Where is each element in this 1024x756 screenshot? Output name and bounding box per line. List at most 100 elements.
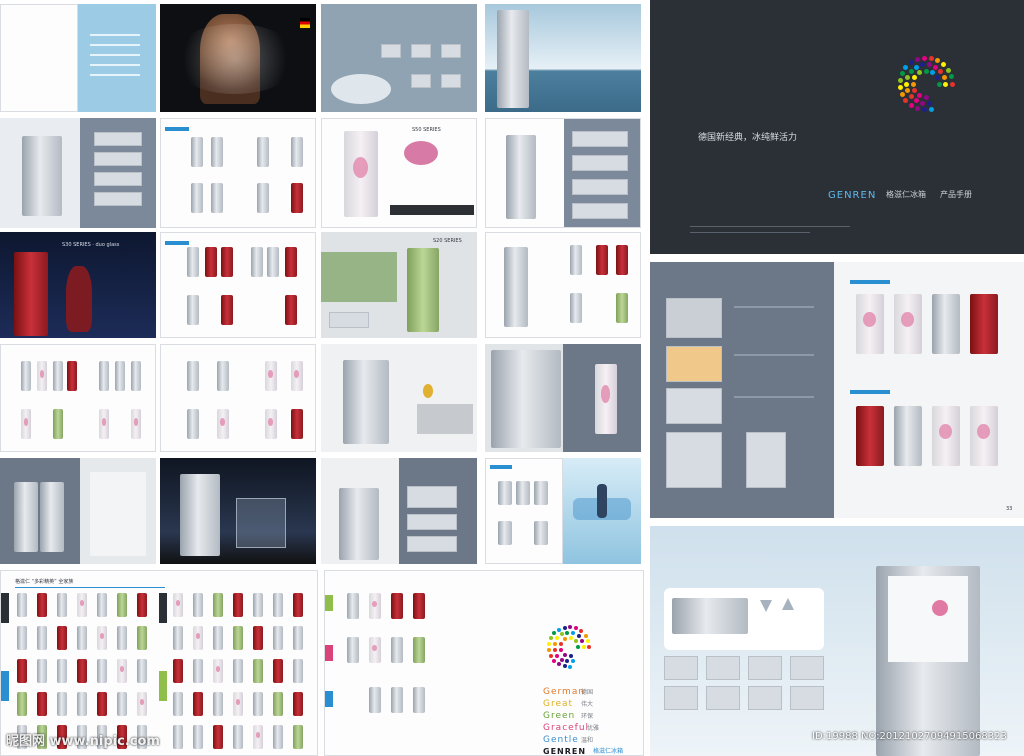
catalog-fridge-thumb bbox=[97, 593, 107, 617]
cover-slogan: 德国新经典，冰纯鲜活力 bbox=[698, 133, 798, 143]
logo-dot bbox=[945, 67, 951, 73]
logo-dot bbox=[574, 626, 579, 631]
page-silver-grid bbox=[485, 458, 563, 564]
logo-dot bbox=[921, 107, 927, 113]
page-side-by-side-features bbox=[321, 458, 477, 564]
catalog-fridge-thumb bbox=[57, 692, 67, 716]
logo-dot bbox=[948, 74, 954, 80]
logo-dot bbox=[913, 64, 919, 70]
value-german-cn: 德国 bbox=[581, 689, 594, 696]
logo-dot bbox=[552, 658, 557, 663]
logo-dot bbox=[923, 68, 929, 74]
logo-dot bbox=[930, 70, 935, 76]
logo-dot bbox=[908, 60, 914, 66]
logo-dot bbox=[917, 70, 922, 76]
page-open-fridge bbox=[0, 118, 156, 228]
page-s20-green: S20 SERIES bbox=[321, 232, 477, 338]
cover-brand: GENREN bbox=[828, 190, 877, 201]
logo-dot bbox=[926, 62, 932, 68]
catalog-fridge-thumb bbox=[253, 626, 263, 650]
catalog-fridge-thumb bbox=[77, 593, 87, 617]
page-3d-figure bbox=[563, 458, 641, 564]
drawer-spread bbox=[650, 526, 1024, 756]
series-s50: S50 SERIES bbox=[412, 127, 441, 133]
catalog-fridge-thumb bbox=[77, 626, 87, 650]
logo-dot bbox=[557, 662, 561, 667]
logo-dot bbox=[558, 641, 563, 646]
catalog-fridge-thumb bbox=[37, 626, 47, 650]
catalog-fridge-thumb bbox=[193, 692, 203, 716]
catalog-fridge-thumb bbox=[173, 593, 183, 617]
cover-page: 德国新经典，冰纯鲜活力 GENREN 格滋仁冰箱 产品手册 bbox=[650, 0, 1024, 254]
catalog-fridge-thumb bbox=[293, 725, 303, 749]
logo-dot bbox=[949, 81, 955, 87]
logo-dot bbox=[559, 632, 564, 637]
catalog-fridge-thumb bbox=[233, 725, 243, 749]
catalog-fridge-thumb bbox=[137, 692, 147, 716]
catalog-fridge-thumb bbox=[173, 692, 183, 716]
page-icons-tech bbox=[321, 4, 477, 112]
logo-dot bbox=[568, 653, 573, 658]
page-french-door bbox=[321, 344, 477, 452]
catalog-fridge-thumb bbox=[233, 692, 243, 716]
logo-dot bbox=[552, 641, 557, 646]
value-graceful: Graceful bbox=[543, 723, 590, 733]
logo-dot bbox=[562, 652, 567, 657]
logo-dot bbox=[548, 653, 553, 658]
catalog-fridge-thumb bbox=[293, 659, 303, 683]
logo-dot bbox=[905, 88, 911, 94]
catalog-fridge-thumb bbox=[17, 593, 27, 617]
catalog-fridge-thumb bbox=[273, 692, 283, 716]
logo-dot bbox=[576, 634, 581, 639]
logo-dot bbox=[926, 100, 932, 106]
value-great-cn: 伟大 bbox=[581, 701, 594, 708]
logo-dot bbox=[920, 62, 926, 68]
catalog-header: 格滋仁 “多彩精英” 全家族 bbox=[15, 579, 74, 585]
logo-dot bbox=[587, 645, 591, 649]
feature-spread: 33 bbox=[650, 262, 1024, 518]
logo-dot bbox=[935, 58, 941, 64]
page-night-building bbox=[160, 458, 316, 564]
cover-doc-type: 产品手册 bbox=[940, 190, 972, 199]
logo-dot bbox=[933, 64, 939, 70]
catalog-fridge-thumb bbox=[77, 659, 87, 683]
catalog-fridge-thumb bbox=[193, 626, 203, 650]
logo-dot bbox=[908, 94, 914, 100]
catalog-fridge-thumb bbox=[273, 659, 283, 683]
logo-dot bbox=[917, 92, 922, 98]
logo-dot bbox=[914, 105, 920, 111]
catalog-fridge-thumb bbox=[213, 692, 223, 716]
catalog-fridge-thumb bbox=[273, 593, 283, 617]
logo-dot bbox=[562, 625, 567, 630]
catalog-fridge-thumb bbox=[117, 692, 127, 716]
value-german: German bbox=[543, 687, 586, 697]
value-gentle: Gentle bbox=[543, 735, 579, 745]
logo-dot bbox=[908, 102, 914, 108]
page-silver-models bbox=[160, 118, 316, 228]
catalog-fridge-thumb bbox=[253, 593, 263, 617]
value-graceful-cn: 优雅 bbox=[587, 725, 600, 732]
logo-dot bbox=[568, 636, 573, 641]
logo-dot bbox=[580, 639, 585, 644]
catalog-fridge-thumb bbox=[233, 593, 243, 617]
logo-dot bbox=[555, 636, 560, 641]
page-pink-models bbox=[0, 344, 156, 452]
catalog-fridge-thumb bbox=[273, 725, 283, 749]
logo-dot bbox=[568, 664, 573, 669]
catalog-fridge-thumb bbox=[137, 659, 147, 683]
logo-dot bbox=[552, 648, 557, 652]
logo-dot bbox=[581, 645, 586, 649]
logo-dot bbox=[923, 94, 929, 100]
catalog-fridge-thumb bbox=[97, 659, 107, 683]
catalog-fridge-thumb bbox=[213, 593, 223, 617]
logo-dot bbox=[559, 657, 564, 662]
catalog-fridge-thumb bbox=[57, 659, 67, 683]
value-great: Great bbox=[543, 699, 574, 709]
logo-dot bbox=[936, 81, 942, 87]
logo-dot bbox=[571, 631, 576, 636]
logo-dot bbox=[938, 68, 944, 74]
page-s50-flowers: S50 SERIES bbox=[321, 118, 477, 228]
catalog-fridge-thumb bbox=[253, 725, 263, 749]
logo-dot bbox=[583, 633, 588, 638]
logo-dot bbox=[548, 636, 553, 641]
